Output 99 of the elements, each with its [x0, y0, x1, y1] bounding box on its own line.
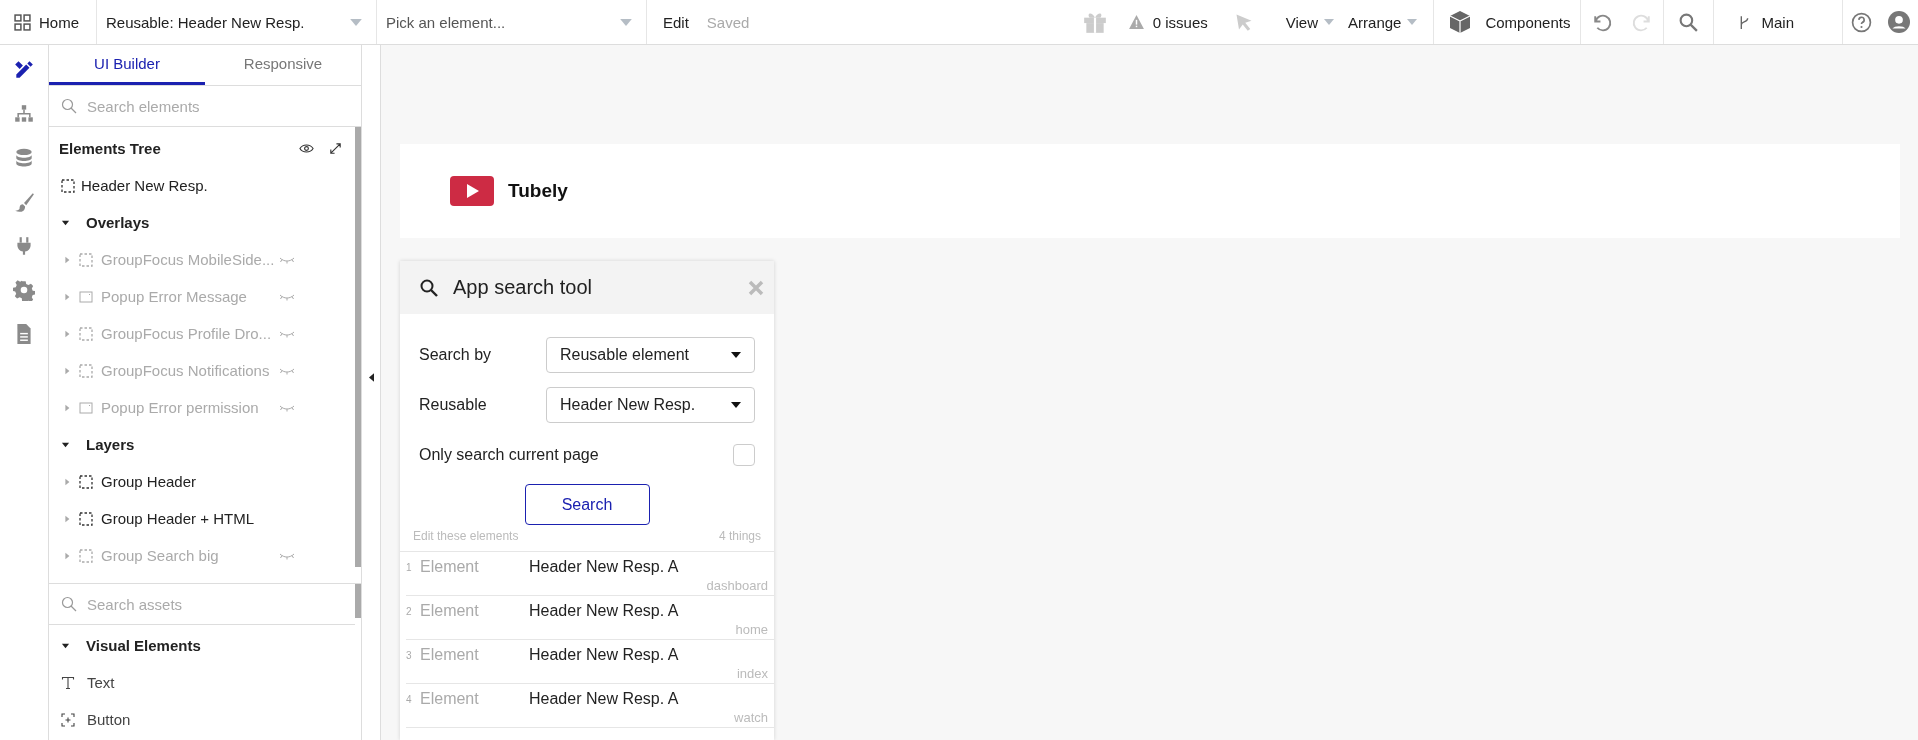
page-name: watch	[734, 710, 768, 725]
caret-icon	[730, 352, 742, 358]
closed-eye-icon[interactable]	[279, 292, 295, 301]
dashed-square-icon	[79, 548, 93, 563]
element-type: Element	[420, 558, 480, 576]
page-dropdown[interactable]: Reusable: Header New Resp.	[97, 0, 377, 44]
closed-eye-icon[interactable]	[279, 403, 295, 412]
caret-icon	[1407, 19, 1418, 25]
result-row[interactable]: 1 Element Header New Resp. A dashboard	[406, 552, 774, 596]
logo-text: Tubely	[508, 180, 568, 202]
issues-button[interactable]: 0 issues	[1127, 13, 1208, 31]
element-type: Element	[420, 602, 480, 620]
result-row[interactable]: 2 Element Header New Resp. A home	[406, 596, 774, 640]
element-name: Header New Resp. A	[529, 558, 679, 576]
search-field[interactable]: Search elements	[87, 97, 307, 115]
results-count: 4 things	[718, 529, 761, 543]
window-icon	[79, 289, 93, 304]
select-dropdown[interactable]: Header New Resp.	[546, 387, 755, 423]
select-dropdown[interactable]: Reusable element	[546, 337, 755, 373]
result-row[interactable]: 4 Element Header New Resp. A watch	[406, 684, 774, 728]
results-label: Edit these elements	[413, 529, 519, 543]
plus-frame-icon	[61, 712, 75, 727]
page-name: dashboard	[706, 578, 768, 593]
database-icon[interactable]	[13, 147, 35, 169]
grid-icon	[14, 13, 31, 31]
menu-dropdown[interactable]: View	[1285, 13, 1335, 31]
asset-item[interactable]: Button	[49, 701, 361, 738]
closed-eye-icon[interactable]	[279, 366, 295, 375]
row-number: 4	[406, 694, 413, 705]
field-label: Reusable	[419, 396, 487, 414]
search-icon[interactable]	[1678, 11, 1700, 33]
element-type: Element	[420, 646, 480, 664]
pencil-ruler-icon[interactable]	[13, 59, 35, 81]
dashed-square-icon	[79, 326, 93, 341]
field-label: Search by	[419, 346, 492, 364]
closed-eye-icon[interactable]	[279, 551, 295, 560]
search-icon	[419, 277, 439, 298]
panel-title: App search tool	[453, 276, 593, 299]
branch-button[interactable]: Main	[1713, 0, 1842, 44]
collapse-icon[interactable]	[368, 373, 374, 382]
search-field[interactable]: Search assets	[87, 595, 307, 613]
element-type: Element	[420, 690, 480, 708]
tree-section[interactable]: Layers	[49, 426, 355, 463]
expand-icon[interactable]	[328, 140, 343, 156]
dashed-square-icon	[61, 178, 75, 193]
closed-eye-icon[interactable]	[279, 329, 295, 338]
panel-title: Elements Tree	[59, 139, 162, 157]
element-name: Header New Resp. A	[529, 690, 679, 708]
row-number: 1	[406, 562, 413, 573]
scrollbar[interactable]	[355, 584, 361, 618]
caret-icon	[1324, 19, 1335, 25]
closed-eye-icon[interactable]	[279, 255, 295, 264]
caret-icon[interactable]	[61, 440, 70, 449]
element-name: Header New Resp. A	[529, 646, 679, 664]
caret-icon[interactable]	[61, 641, 70, 650]
dashed-square-icon	[79, 511, 93, 526]
scrollbar[interactable]	[355, 127, 361, 567]
close-icon[interactable]	[748, 279, 764, 296]
save-status: Saved	[706, 13, 750, 31]
dashed-square-icon	[79, 474, 93, 489]
element-dropdown[interactable]: Pick an element...	[377, 0, 647, 44]
sitemap-icon[interactable]	[13, 103, 35, 125]
tree-item[interactable]: Group Header	[49, 463, 355, 500]
caret-icon	[730, 402, 742, 408]
result-row[interactable]: 3 Element Header New Resp. A index	[406, 640, 774, 684]
sidebar-tab[interactable]: UI Builder	[49, 45, 205, 85]
tree-item[interactable]: Group Header + HTML	[49, 500, 355, 537]
row-number: 3	[406, 650, 413, 661]
row-number: 2	[406, 606, 413, 617]
tree-section[interactable]: Overlays	[49, 204, 355, 241]
caret-icon	[620, 18, 632, 26]
help-icon[interactable]	[1851, 11, 1872, 33]
element-name: Header New Resp. A	[529, 602, 679, 620]
edit-menu[interactable]: Edit	[663, 13, 689, 31]
home-button[interactable]: Home	[0, 0, 97, 44]
window-icon	[79, 400, 93, 415]
components-button[interactable]: Components	[1433, 0, 1581, 44]
tree-item[interactable]: Header New Resp.	[49, 167, 355, 204]
dashed-square-icon	[79, 252, 93, 267]
dashed-square-icon	[79, 363, 93, 378]
checkbox-label: Only search current page	[419, 446, 599, 464]
cube-icon	[1448, 10, 1473, 34]
caret-icon	[350, 18, 362, 26]
checkbox[interactable]	[733, 444, 755, 466]
search-icon	[61, 98, 77, 114]
sidebar-tab[interactable]: Responsive	[205, 45, 361, 85]
asset-section[interactable]: Visual Elements	[49, 627, 361, 664]
menu-dropdown[interactable]: Arrange	[1348, 13, 1418, 31]
avatar-icon[interactable]	[1888, 11, 1910, 33]
search-icon	[61, 596, 77, 612]
warning-icon	[1127, 13, 1145, 31]
gear-icon[interactable]	[13, 279, 35, 301]
page-name: index	[736, 666, 768, 681]
play-logo-icon	[450, 176, 494, 206]
search-button[interactable]: Search	[524, 484, 650, 525]
asset-item[interactable]: Text	[49, 664, 361, 701]
letter-t-icon	[61, 675, 75, 690]
caret-icon[interactable]	[61, 218, 70, 227]
page-name: home	[735, 622, 768, 637]
